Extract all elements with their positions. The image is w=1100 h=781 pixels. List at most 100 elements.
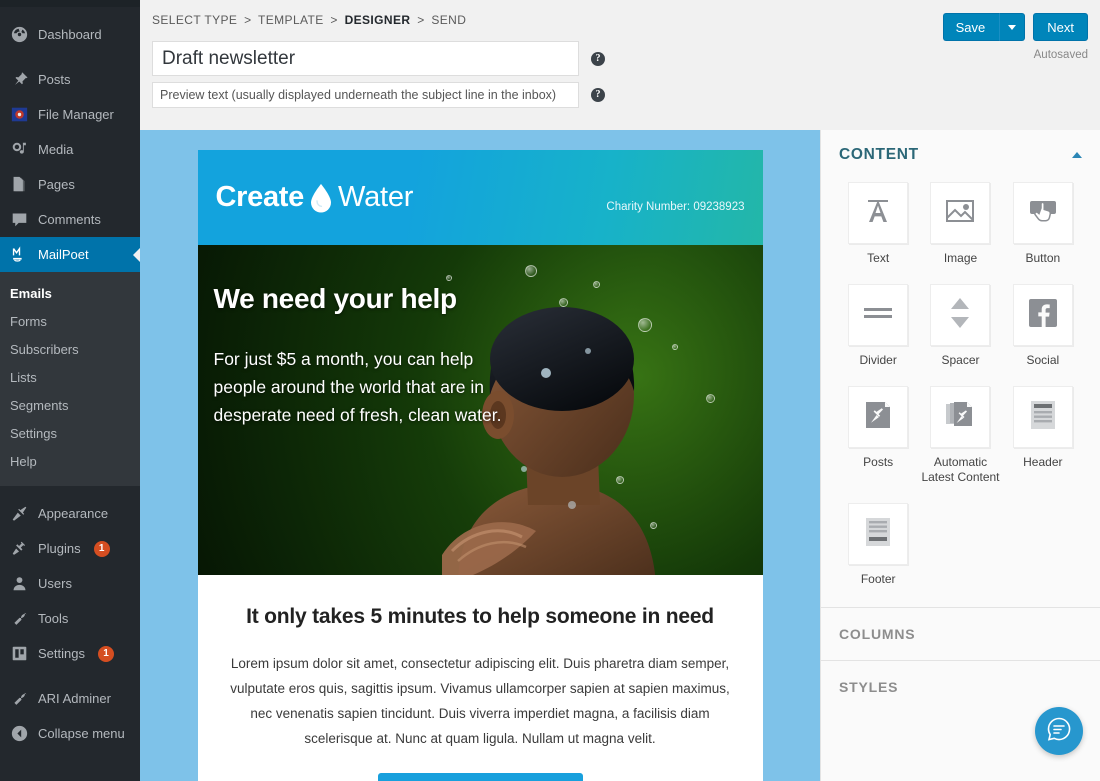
sidebar-item-tools[interactable]: Tools (0, 601, 140, 636)
image-icon (945, 198, 975, 229)
widget-button[interactable]: Button (1002, 176, 1084, 274)
sidebar-item-label: Posts (38, 71, 71, 87)
widget-posts[interactable]: Posts (837, 380, 919, 493)
text-a-icon (863, 196, 893, 231)
sidebar-subitem-segments[interactable]: Segments (0, 392, 140, 420)
sidebar-item-media[interactable]: Media (0, 132, 140, 167)
widget-text[interactable]: Text (837, 176, 919, 274)
sidebar-item-collapse-menu[interactable]: Collapse menu (0, 716, 140, 751)
body-title: It only takes 5 minutes to help someone … (246, 605, 714, 628)
sidebar-subitem-help[interactable]: Help (0, 448, 140, 476)
brand-logo: Create Water (216, 181, 414, 214)
footer-icon (865, 517, 891, 552)
widget-divider[interactable]: Divider (837, 278, 919, 376)
designer-right-sidebar: CONTENT Text Image Button Divider Spacer… (820, 130, 1100, 781)
content-widget-grid: Text Image Button Divider Spacer Social … (821, 176, 1100, 595)
save-button-group: Save Next (942, 13, 1088, 41)
sidebar-item-comments[interactable]: Comments (0, 202, 140, 237)
sidebar-item-appearance[interactable]: Appearance (0, 496, 140, 531)
next-button[interactable]: Next (1033, 13, 1088, 41)
sidebar-item-label: Comments (38, 211, 101, 227)
collapse-icon (10, 724, 29, 743)
main-region: SELECT TYPE > TEMPLATE > DESIGNER > SEND… (140, 0, 1100, 781)
spacer-arrows-icon (948, 296, 972, 335)
sidebar-subitem-subscribers[interactable]: Subscribers (0, 336, 140, 364)
sidebar-subitem-forms[interactable]: Forms (0, 308, 140, 336)
users-icon (10, 574, 29, 593)
header-icon (1030, 400, 1056, 435)
admin-bar-strip (0, 0, 140, 7)
widget-icon-box (1012, 386, 1073, 448)
widget-label: Divider (859, 353, 897, 367)
save-dropdown-toggle[interactable] (999, 13, 1026, 41)
widget-automatic-latest-content[interactable]: Automatic Latest Content (919, 380, 1001, 493)
mailpoet-designer-app: Dashboard Posts File Manager Media Pages… (0, 0, 1100, 781)
sidebar-subitem-settings[interactable]: Settings (0, 420, 140, 448)
chevron-up-icon[interactable] (1072, 152, 1082, 158)
sidebar-item-mailpoet[interactable]: MailPoet (0, 237, 140, 272)
sidebar-item-label: Appearance (38, 505, 109, 521)
email-canvas[interactable]: Create Water Charity Number: 09238923 We… (140, 130, 820, 781)
chat-bubble-icon (1046, 716, 1072, 747)
widget-header[interactable]: Header (1002, 380, 1084, 493)
help-icon[interactable]: ? (591, 88, 605, 102)
breadcrumb-separator: > (244, 13, 252, 27)
styles-panel-header[interactable]: STYLES (821, 660, 1100, 713)
widget-label: Footer (860, 572, 896, 586)
email-preview[interactable]: Create Water Charity Number: 09238923 We… (197, 150, 763, 781)
email-hero-image-block[interactable]: We need your help For just $5 a month, y… (197, 245, 763, 575)
sidebar-item-pages[interactable]: Pages (0, 167, 140, 202)
hero-title: We need your help (213, 283, 458, 314)
settings-update-badge: 1 (97, 645, 114, 662)
widget-spacer[interactable]: Spacer (919, 278, 1001, 376)
breadcrumb-step-designer[interactable]: DESIGNER (345, 13, 411, 27)
sidebar-item-ari-adminer[interactable]: ARI Adminer (0, 681, 140, 716)
widget-image[interactable]: Image (919, 176, 1001, 274)
widget-icon-box (848, 284, 909, 346)
sidebar-subitem-lists[interactable]: Lists (0, 364, 140, 392)
breadcrumb-separator: > (330, 13, 338, 27)
hero-text-block[interactable]: We need your help For just $5 a month, y… (214, 283, 514, 429)
dashboard-icon (10, 25, 29, 44)
email-header-block[interactable]: Create Water Charity Number: 09238923 (197, 150, 763, 245)
email-body-block[interactable]: It only takes 5 minutes to help someone … (198, 575, 763, 781)
content-panel-title: CONTENT (839, 146, 919, 163)
widget-footer[interactable]: Footer (837, 497, 919, 595)
sidebar-item-label: Plugins (38, 540, 81, 556)
sidebar-item-dashboard[interactable]: Dashboard (0, 17, 140, 52)
breadcrumb-step-template[interactable]: TEMPLATE (258, 13, 324, 27)
chat-support-button[interactable] (1035, 707, 1083, 755)
subject-input[interactable] (152, 41, 579, 76)
sidebar-subitem-emails[interactable]: Emails (0, 280, 140, 308)
sidebar-item-plugins[interactable]: Plugins 1 (0, 531, 140, 566)
logo-word-create: Create (215, 181, 305, 213)
sidebar-item-file-manager[interactable]: File Manager (0, 97, 140, 132)
cta-button[interactable] (377, 773, 583, 781)
content-panel-header[interactable]: CONTENT (821, 130, 1100, 176)
sidebar-item-label: Settings (38, 645, 85, 661)
sidebar-item-posts[interactable]: Posts (0, 62, 140, 97)
save-button[interactable]: Save (942, 13, 1000, 41)
widget-social[interactable]: Social (1002, 278, 1084, 376)
preview-text-input[interactable] (152, 82, 579, 108)
sidebar-item-settings[interactable]: Settings 1 (0, 636, 140, 671)
widget-label: Button (1025, 251, 1061, 265)
widget-icon-box (930, 182, 991, 244)
wrench-icon (10, 689, 29, 708)
columns-panel-header[interactable]: COLUMNS (821, 607, 1100, 660)
sidebar-item-users[interactable]: Users (0, 566, 140, 601)
widget-icon-box (848, 386, 909, 448)
mailpoet-icon (10, 245, 29, 264)
active-arrow-indicator (133, 246, 140, 263)
breadcrumb-step-send[interactable]: SEND (431, 13, 466, 27)
breadcrumb-step-select-type[interactable]: SELECT TYPE (152, 13, 237, 27)
help-icon[interactable]: ? (591, 51, 605, 66)
appearance-icon (10, 504, 29, 523)
widget-icon-box (1012, 182, 1073, 244)
topbar-actions: Save Next Autosaved (942, 13, 1088, 61)
posts-pin-icon (863, 400, 893, 435)
hero-paragraph: For just $5 a month, you can help people… (213, 349, 502, 425)
divider-icon (862, 305, 894, 326)
